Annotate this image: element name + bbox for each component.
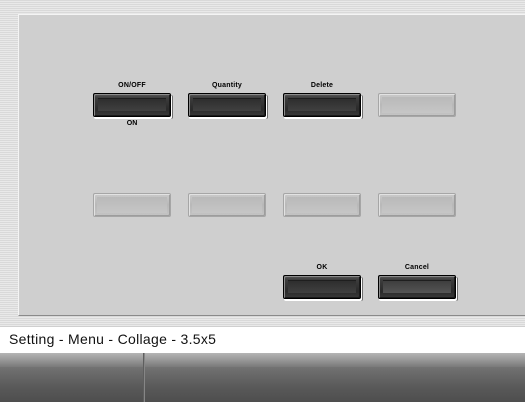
quantity-slot: Quantity bbox=[188, 82, 266, 117]
delete-label: Delete bbox=[310, 82, 334, 89]
quantity-label: Quantity bbox=[212, 82, 242, 89]
on-off-value: ON bbox=[126, 120, 138, 127]
ok-slot: OK bbox=[283, 264, 361, 299]
disabled-button-4 bbox=[283, 193, 361, 217]
on-off-label: ON/OFF bbox=[118, 82, 146, 89]
status-bar: Setting - Menu - Collage - 3.5x5 bbox=[0, 326, 525, 354]
empty-slot-2 bbox=[93, 193, 171, 217]
cancel-label: Cancel bbox=[404, 264, 430, 271]
delete-slot: Delete bbox=[283, 82, 361, 117]
delete-button[interactable] bbox=[283, 93, 361, 117]
footer-bar bbox=[0, 353, 525, 402]
empty-slot-4 bbox=[283, 193, 361, 217]
footer-divider bbox=[143, 353, 145, 402]
ok-label: OK bbox=[316, 264, 328, 271]
quantity-button[interactable] bbox=[188, 93, 266, 117]
footer-highlight bbox=[0, 353, 525, 367]
empty-slot-3 bbox=[188, 193, 266, 217]
on-off-slot: ON/OFF ON bbox=[93, 82, 171, 127]
cancel-button[interactable] bbox=[378, 275, 456, 299]
ok-button[interactable] bbox=[283, 275, 361, 299]
disabled-button-2 bbox=[93, 193, 171, 217]
breadcrumb: Setting - Menu - Collage - 3.5x5 bbox=[9, 331, 217, 347]
on-off-button[interactable] bbox=[93, 93, 171, 117]
disabled-button-1 bbox=[378, 93, 456, 117]
empty-slot-1 bbox=[378, 93, 456, 117]
disabled-button-5 bbox=[378, 193, 456, 217]
disabled-button-3 bbox=[188, 193, 266, 217]
cancel-slot: Cancel bbox=[378, 264, 456, 299]
settings-panel: ON/OFF ON Quantity Delete OK Cancel bbox=[18, 14, 525, 316]
settings-frame: ON/OFF ON Quantity Delete OK Cancel bbox=[0, 0, 525, 326]
empty-slot-5 bbox=[378, 193, 456, 217]
